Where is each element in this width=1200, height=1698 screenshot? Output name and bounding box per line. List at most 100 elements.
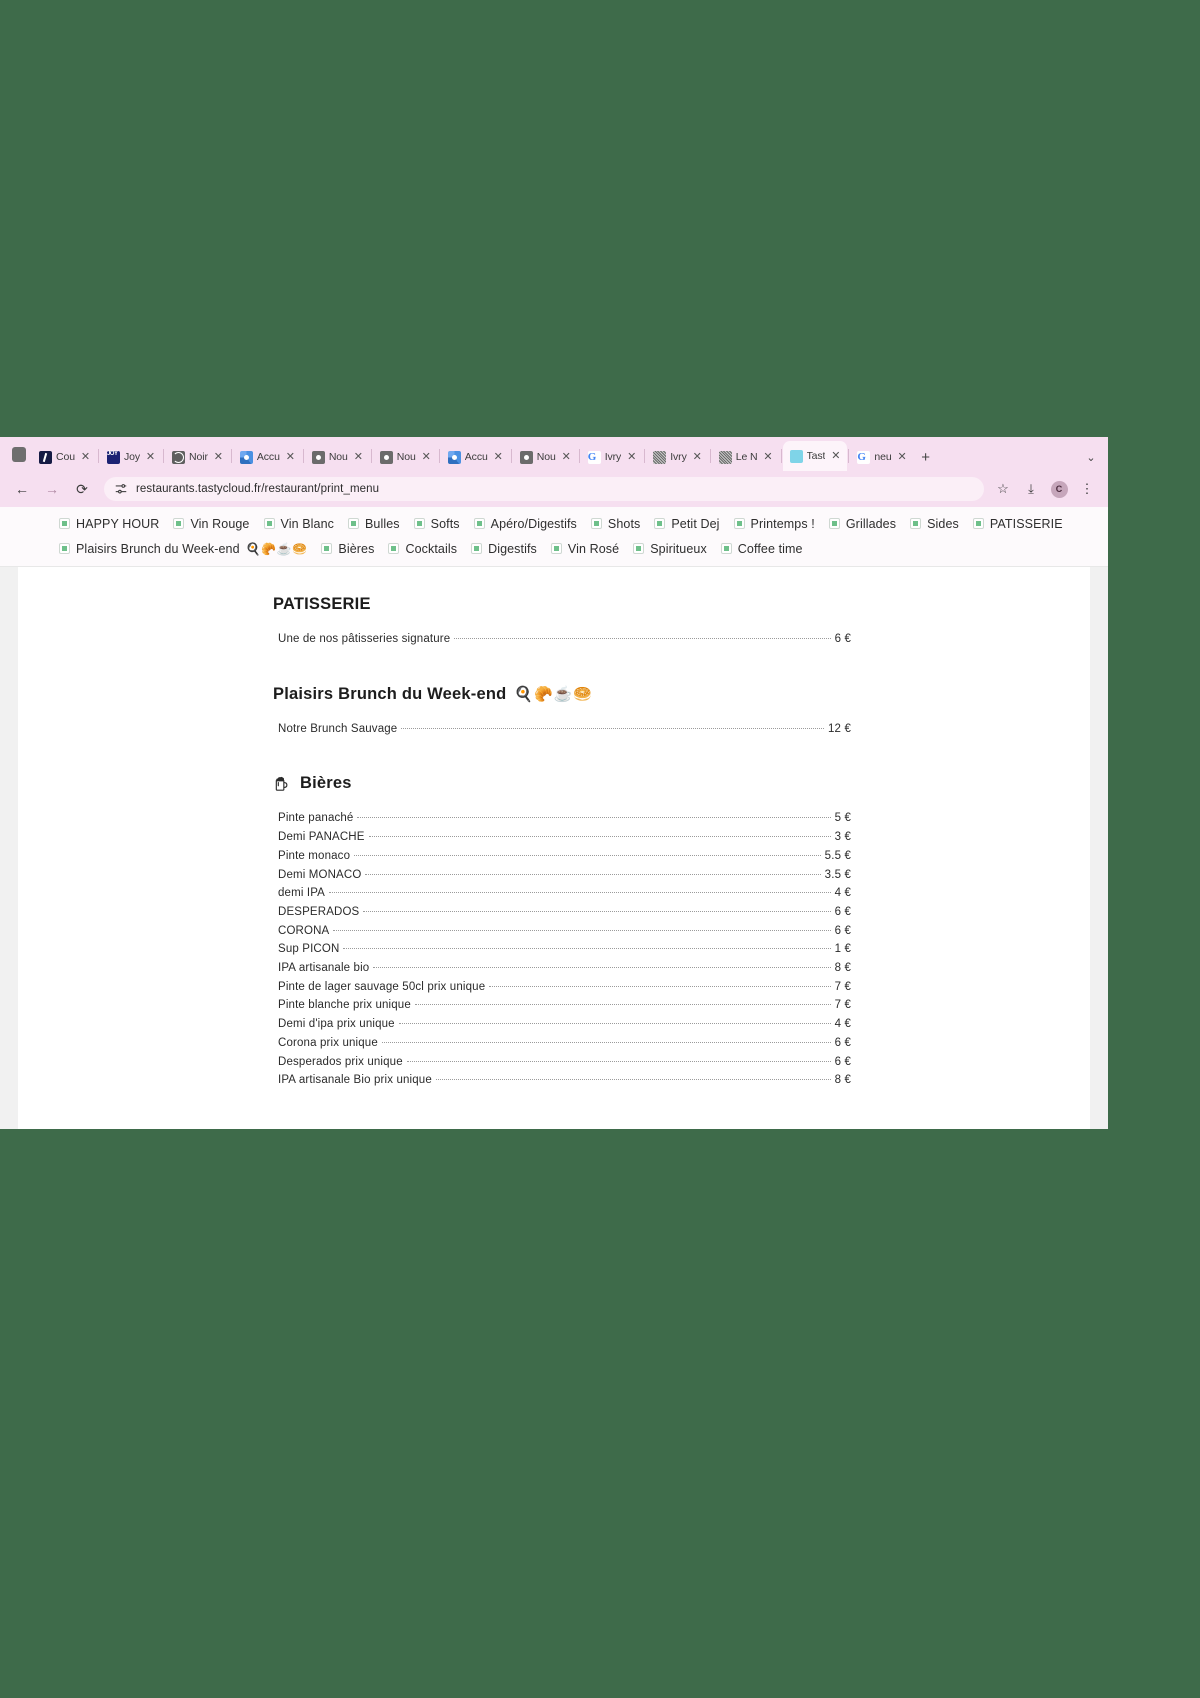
tab-title: Le N (735, 451, 758, 463)
browser-tab[interactable]: Nou ✕ (513, 443, 578, 471)
new-tab-button[interactable]: + (914, 443, 938, 471)
bookmark-folder-icon (263, 518, 275, 529)
tab-search-icon (12, 446, 26, 462)
back-button[interactable]: ← (8, 475, 36, 503)
bookmark-label: Printemps ! (750, 516, 815, 531)
leader-dots (489, 985, 831, 987)
bookmark-item[interactable]: HAPPY HOUR (52, 515, 166, 533)
tab-list-chevron-icon[interactable]: ⌄ (1074, 443, 1108, 471)
section-title: Plaisirs Brunch du Week-end 🍳🥐☕🥯 (273, 685, 1090, 704)
site-settings-icon[interactable] (114, 482, 128, 496)
bookmarks-bar: HAPPY HOUR Vin Rouge Vin Blanc Bulles Softs A… (0, 507, 1108, 567)
bookmark-label: Sides (927, 516, 959, 531)
leader-dots (381, 1041, 831, 1043)
bookmark-item[interactable]: Plaisirs Brunch du Week-end 🍳🥐☕🥯 (52, 540, 314, 558)
browser-menu-icon[interactable]: ⋮ (1074, 476, 1100, 502)
bookmark-label: Softs (430, 516, 460, 531)
section-title-text: Bières (300, 774, 352, 793)
tab-close-icon[interactable]: ✕ (896, 451, 909, 464)
bookmark-item[interactable]: Shots (584, 515, 647, 533)
tab-close-icon[interactable]: ✕ (420, 451, 433, 464)
leader-dots (333, 929, 831, 931)
forward-button[interactable]: → (38, 475, 66, 503)
tab-title: Joy (123, 451, 141, 463)
bookmark-item[interactable]: Grillades (822, 515, 903, 533)
bookmark-item[interactable]: Petit Dej (647, 515, 726, 533)
gray-chrome-icon (519, 450, 533, 464)
downloads-icon[interactable]: ⤓ (1018, 476, 1044, 502)
bookmark-folder-icon (473, 518, 485, 529)
bookmark-item[interactable]: PATISSERIE (966, 515, 1070, 533)
bookmark-label: Vin Rosé (567, 541, 620, 556)
leader-dots (454, 638, 831, 639)
bookmark-label: Bulles (364, 516, 400, 531)
bookmark-item[interactable]: Spiritueux (626, 540, 714, 558)
menu-item-price: 4 € (834, 887, 851, 900)
profile-avatar[interactable]: C (1046, 476, 1072, 502)
browser-tab[interactable]: Ivry ✕ (646, 443, 709, 471)
bookmark-folder-icon (471, 543, 483, 554)
tab-title: Accu (256, 451, 280, 463)
tab-close-icon[interactable]: ✕ (492, 451, 505, 464)
bookmark-item[interactable]: Vin Blanc (257, 515, 341, 533)
bookmark-item[interactable]: Vin Rosé (544, 540, 626, 558)
bookmark-item[interactable]: Cocktails (381, 540, 464, 558)
bookmark-folder-icon (321, 543, 333, 554)
tab-separator (510, 449, 512, 463)
tab-close-icon[interactable]: ✕ (560, 451, 573, 464)
browser-tab[interactable]: Le N ✕ (712, 443, 780, 471)
bookmark-item[interactable]: Apéro/Digestifs (467, 515, 584, 533)
browser-tab[interactable]: G Ivry ✕ (581, 443, 644, 471)
menu-item: Pinte panaché 5 € (18, 809, 1090, 828)
bookmark-star-icon[interactable]: ☆ (990, 476, 1016, 502)
tab-close-icon[interactable]: ✕ (762, 451, 775, 464)
leader-dots (343, 948, 831, 950)
browser-tab[interactable]: Cou ✕ (32, 443, 97, 471)
menu-item-price: 6 € (834, 905, 851, 918)
bookmark-item[interactable]: Coffee time (714, 540, 810, 558)
menu-section: PATISSERIE Une de nos pâtisseries signatu… (18, 595, 1090, 649)
menu-item-name: Pinte monaco (278, 849, 351, 862)
browser-tab[interactable]: Nou ✕ (305, 443, 370, 471)
bookmark-item[interactable]: Digestifs (464, 540, 544, 558)
reload-button[interactable]: ⟳ (68, 475, 96, 503)
menu-item-name: Pinte de lager sauvage 50cl prix unique (278, 980, 486, 993)
address-bar[interactable]: restaurants.tastycloud.fr/restaurant/pri… (104, 477, 984, 501)
joy-app-icon: JOY (106, 450, 120, 464)
browser-tab[interactable]: Gneu ✕ (850, 443, 913, 471)
bookmark-item[interactable]: Printemps ! (727, 515, 822, 533)
leader-dots (398, 1023, 831, 1025)
tab-close-icon[interactable]: ✕ (352, 451, 365, 464)
browser-tab[interactable]: Nou ✕ (373, 443, 438, 471)
page-viewport[interactable]: PATISSERIE Une de nos pâtisseries signatu… (0, 567, 1108, 1129)
bookmark-folder-icon (633, 543, 645, 554)
tab-close-icon[interactable]: ✕ (284, 451, 297, 464)
bookmark-item[interactable]: Bulles (341, 515, 407, 533)
browser-tab[interactable]: Tast ✕ (782, 441, 848, 471)
menu-item: Une de nos pâtisseries signature 6 € (18, 630, 1090, 649)
bookmark-item[interactable]: Softs (407, 515, 467, 533)
tastycloud-icon (789, 449, 803, 463)
tab-close-icon[interactable]: ✕ (212, 451, 225, 464)
menu-item-name: DESPERADOS (278, 905, 360, 918)
tab-close-icon[interactable]: ✕ (691, 451, 704, 464)
browser-tab[interactable]: Noir ✕ (165, 443, 230, 471)
bookmark-item[interactable]: Vin Rouge (166, 515, 256, 533)
menu-item-name: Notre Brunch Sauvage (278, 722, 398, 735)
globe-icon (172, 450, 186, 464)
bookmark-item[interactable]: Bières (314, 540, 381, 558)
tab-close-icon[interactable]: ✕ (79, 451, 92, 464)
tab-close-icon[interactable]: ✕ (625, 451, 638, 464)
browser-tab[interactable]: Accu ✕ (233, 443, 302, 471)
tab-search-button[interactable] (6, 437, 32, 471)
browser-tab[interactable]: JOY Joy ✕ (100, 443, 162, 471)
menu-item-price: 6 € (834, 633, 851, 645)
tab-close-icon[interactable]: ✕ (144, 451, 157, 464)
blue-chrome-icon (447, 450, 461, 464)
tab-close-icon[interactable]: ✕ (829, 450, 842, 463)
section-title: PATISSERIE (273, 595, 1090, 614)
menu-item-price: 12 € (828, 722, 851, 735)
bookmark-folder-icon (173, 518, 185, 529)
bookmark-item[interactable]: Sides (903, 515, 966, 533)
browser-tab[interactable]: Accu ✕ (441, 443, 510, 471)
